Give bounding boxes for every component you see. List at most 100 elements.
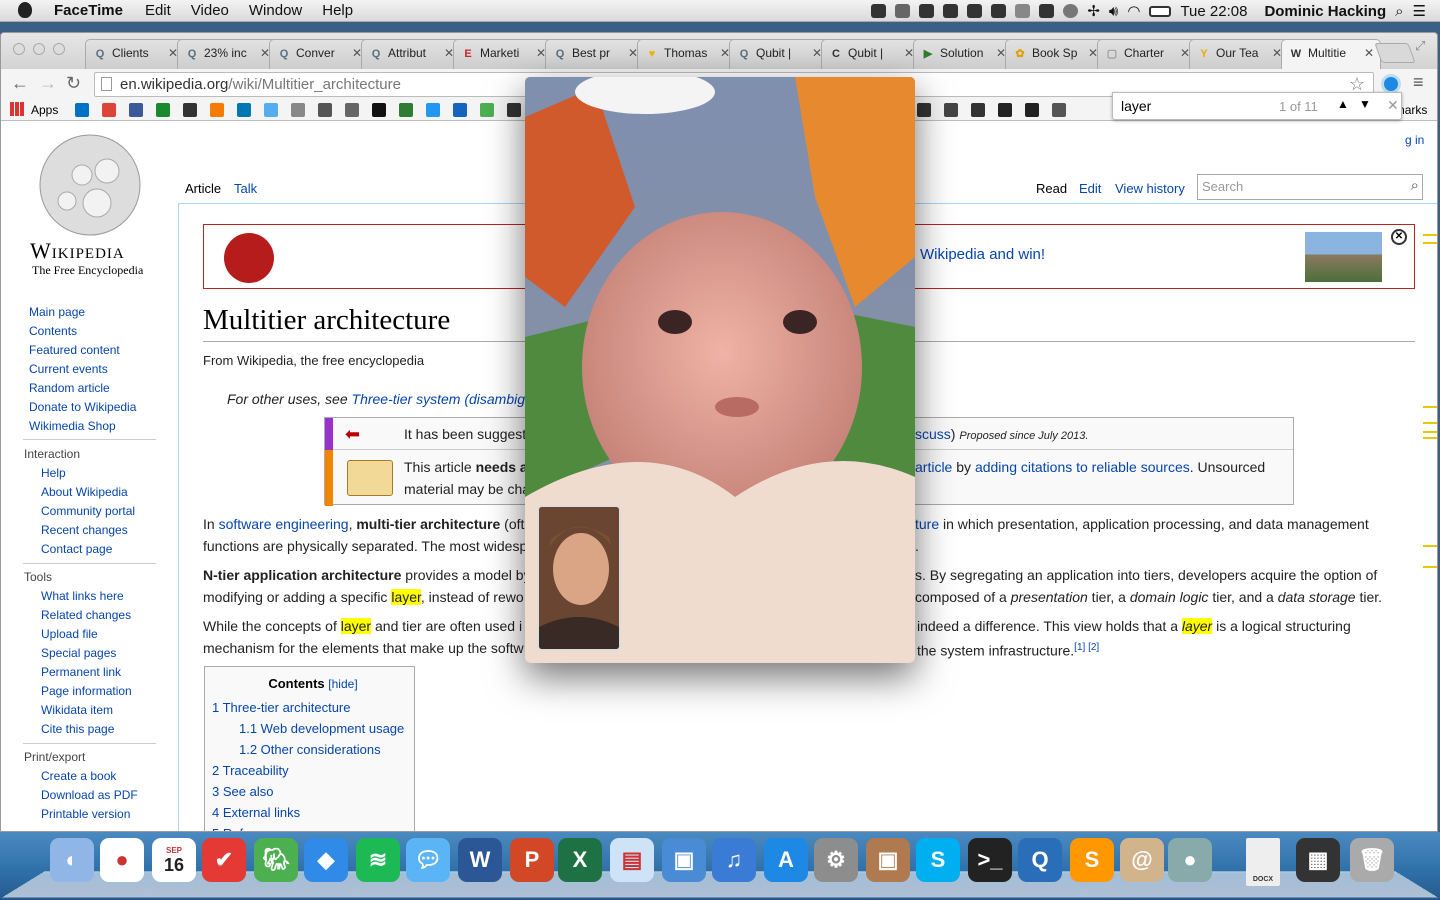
volume-icon[interactable]: 🔊︎: [1109, 3, 1118, 20]
dock-icon[interactable]: SEP 16: [152, 838, 196, 882]
user-name[interactable]: Dominic Hacking: [1264, 3, 1386, 20]
dock-icon[interactable]: >_: [968, 838, 1012, 882]
improve-article-link[interactable]: article: [915, 459, 952, 475]
browser-tab[interactable]: Q Clients ✕: [85, 39, 185, 69]
close-tab-icon[interactable]: ✕: [1364, 46, 1374, 60]
status-icon-3[interactable]: [919, 4, 935, 18]
dock-icon[interactable]: ♫: [712, 838, 756, 882]
toc-item[interactable]: 5 References: [212, 823, 414, 831]
apple-menu-icon[interactable]: [18, 2, 32, 18]
minimize-window-button[interactable]: [33, 43, 45, 55]
spotlight-icon[interactable]: ⌕: [1395, 3, 1403, 20]
back-icon[interactable]: ←: [11, 73, 29, 94]
menu-window[interactable]: Window: [249, 2, 302, 19]
browser-tab[interactable]: ♥ Thomas ✕: [637, 39, 737, 69]
browser-tab[interactable]: ▶ Solution ✕: [913, 39, 1013, 69]
sidebar-tools-link[interactable]: Permanent link: [41, 663, 132, 682]
dock-icon[interactable]: ≋: [356, 838, 400, 882]
battery-icon[interactable]: [1149, 5, 1172, 17]
dock-icon[interactable]: S: [1070, 838, 1114, 882]
dock-icon[interactable]: ▤: [610, 838, 654, 882]
browser-tab[interactable]: Y Our Tea ✕: [1189, 39, 1289, 69]
toc-item[interactable]: 2 Traceability: [212, 760, 414, 781]
dock-icon[interactable]: X: [558, 838, 602, 882]
hatnote-link[interactable]: Three-tier system (disambig: [352, 391, 526, 407]
wikipedia-globe-logo[interactable]: [37, 133, 147, 243]
browser-tab[interactable]: Q 23% inc ✕: [177, 39, 277, 69]
sidebar-nav-link[interactable]: Current events: [29, 360, 136, 379]
sidebar-tools-link[interactable]: Special pages: [41, 644, 132, 663]
dock-icon[interactable]: 💬︎: [406, 838, 450, 882]
sidebar-interaction-link[interactable]: Contact page: [41, 540, 135, 559]
toc-hide-link[interactable]: [hide]: [328, 677, 357, 691]
clock[interactable]: Tue 22:08: [1180, 3, 1247, 20]
sidebar-interaction-link[interactable]: Recent changes: [41, 521, 135, 540]
status-icon-5[interactable]: [967, 4, 983, 18]
close-banner-icon[interactable]: ✕: [1391, 229, 1407, 245]
browser-tab[interactable]: C Qubit | ✕: [821, 39, 921, 69]
close-window-button[interactable]: [13, 43, 25, 55]
menu-app-name[interactable]: FaceTime: [54, 2, 123, 19]
sidebar-heading-interaction[interactable]: Interaction: [24, 447, 80, 461]
reference-links[interactable]: [1] [2]: [1074, 642, 1099, 653]
dock-icon[interactable]: ▣: [866, 838, 910, 882]
banner-text[interactable]: Wikipedia and win!: [920, 246, 1045, 263]
dock-icon[interactable]: ●: [1168, 838, 1212, 882]
status-icon-6[interactable]: [991, 4, 1007, 18]
self-view-preview[interactable]: [537, 505, 621, 651]
new-tab-button[interactable]: [1374, 43, 1416, 63]
bookmark-icon[interactable]: [917, 103, 931, 117]
wiki-search-input[interactable]: Search ⌕: [1197, 174, 1423, 200]
browser-tab[interactable]: ▢ Charter ✕: [1097, 39, 1197, 69]
wifi-icon[interactable]: ◠: [1127, 2, 1140, 20]
sidebar-nav-link[interactable]: Main page: [29, 303, 136, 322]
sidebar-tools-link[interactable]: What links here: [41, 587, 132, 606]
sidebar-print-link[interactable]: Printable version: [41, 805, 138, 824]
bookmark-icon[interactable]: [507, 103, 521, 117]
tab-read[interactable]: Read: [1036, 181, 1067, 196]
apps-link[interactable]: Apps: [31, 103, 58, 117]
browser-tab[interactable]: Q Best pr ✕: [545, 39, 645, 69]
tab-view-history[interactable]: View history: [1115, 181, 1185, 196]
tab-edit[interactable]: Edit: [1079, 181, 1101, 196]
toc-item[interactable]: 1 Three-tier architecture: [212, 697, 414, 718]
dock-icon[interactable]: ▦: [1296, 838, 1340, 882]
dock-icon[interactable]: ⚙: [814, 838, 858, 882]
browser-tab[interactable]: Q Conver ✕: [269, 39, 369, 69]
dock-icon[interactable]: DOCX: [1246, 838, 1280, 886]
dock-icon[interactable]: 🐘︎: [254, 838, 298, 882]
dock-icon[interactable]: Q: [1018, 838, 1062, 882]
bookmark-icon[interactable]: [453, 103, 467, 117]
bookmark-icon[interactable]: [345, 103, 359, 117]
bookmark-icon[interactable]: [399, 103, 413, 117]
sidebar-print-link[interactable]: Create a book: [41, 767, 138, 786]
bookmark-icon[interactable]: [156, 103, 170, 117]
sidebar-heading-tools[interactable]: Tools: [24, 570, 52, 584]
dock-icon[interactable]: ▣: [662, 838, 706, 882]
sidebar-nav-link[interactable]: Contents: [29, 322, 136, 341]
browser-tab[interactable]: W Multitie ✕: [1281, 39, 1381, 70]
add-citations-link[interactable]: adding citations to reliable sources: [975, 459, 1190, 475]
reload-icon[interactable]: ↻: [66, 73, 81, 94]
sidebar-interaction-link[interactable]: Help: [41, 464, 135, 483]
sidebar-interaction-link[interactable]: About Wikipedia: [41, 483, 135, 502]
toc-item[interactable]: 1.1 Web development usage: [212, 718, 414, 739]
bookmark-icon[interactable]: [998, 103, 1012, 117]
notification-icon[interactable]: [1015, 4, 1031, 18]
dock-icon[interactable]: S: [916, 838, 960, 882]
toc-item[interactable]: 4 External links: [212, 802, 414, 823]
bookmark-icon[interactable]: [210, 103, 224, 117]
sidebar-nav-link[interactable]: Random article: [29, 379, 136, 398]
dock-icon[interactable]: ✔: [202, 838, 246, 882]
sidebar-tools-link[interactable]: Upload file: [41, 625, 132, 644]
find-close-icon[interactable]: ✕: [1387, 97, 1399, 114]
dock-icon[interactable]: W: [458, 838, 502, 882]
menu-edit[interactable]: Edit: [145, 2, 171, 19]
sidebar-nav-link[interactable]: Donate to Wikipedia: [29, 398, 136, 417]
bluetooth-icon[interactable]: ✢: [1087, 2, 1100, 20]
bookmark-icon[interactable]: [291, 103, 305, 117]
tab-article[interactable]: Article: [185, 181, 221, 196]
bookmark-icon[interactable]: [183, 103, 197, 117]
bookmark-icon[interactable]: [426, 103, 440, 117]
browser-tab[interactable]: Q Qubit | ✕: [729, 39, 829, 69]
